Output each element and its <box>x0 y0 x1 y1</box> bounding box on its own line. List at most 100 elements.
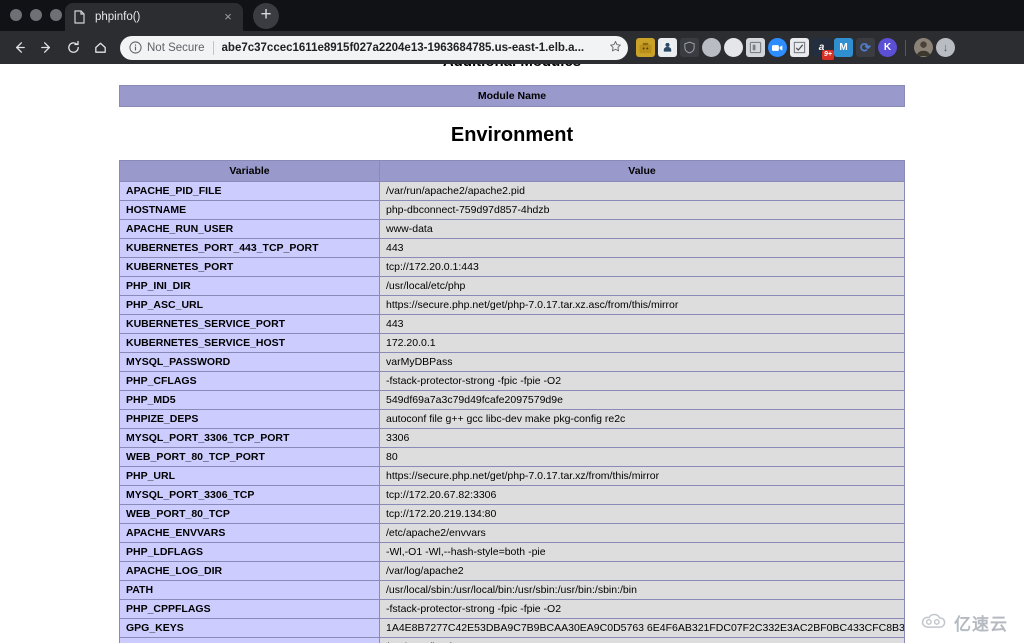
sync-glyph: ⟳ <box>860 40 871 56</box>
browser-toolbar: Not Secure abe7c37ccec1611e8915f027a2204… <box>0 31 1024 64</box>
variable-name-cell: PHP_INI_DIR <box>120 277 380 296</box>
star-icon[interactable] <box>608 40 622 56</box>
variable-name-cell: GPG_KEYS <box>120 619 380 638</box>
light-circle-extension-icon[interactable] <box>724 38 743 57</box>
gray-circle-extension-icon[interactable] <box>702 38 721 57</box>
environment-header-row: Variable Value <box>120 161 905 182</box>
home-button[interactable] <box>87 34 114 61</box>
variable-value-cell: -fstack-protector-strong -fpic -fpie -O2 <box>380 372 905 391</box>
reload-button[interactable] <box>60 34 87 61</box>
omnibox-divider <box>213 41 214 55</box>
variable-name-cell: APACHE_PID_FILE <box>120 182 380 201</box>
bitwarden-extension-icon[interactable] <box>746 38 765 57</box>
profile-avatar[interactable] <box>914 38 933 57</box>
variable-name-cell: PHP_URL <box>120 467 380 486</box>
table-row: KUBERNETES_PORT_443_TCP_PORT443 <box>120 239 905 258</box>
table-row: KUBERNETES_SERVICE_HOST172.20.0.1 <box>120 334 905 353</box>
table-row: KUBERNETES_PORTtcp://172.20.0.1:443 <box>120 258 905 277</box>
amazon-extension-icon[interactable]: a 9+ <box>812 38 831 57</box>
sync-extension-icon[interactable]: ⟳ <box>856 38 875 57</box>
minimize-window-button[interactable] <box>30 9 42 21</box>
variable-name-cell: HOSTNAME <box>120 201 380 220</box>
variable-value-cell: -fstack-protector-strong -fpic -fpie -O2 <box>380 600 905 619</box>
momentum-glyph: M <box>839 42 847 53</box>
variable-value-cell: www-data <box>380 220 905 239</box>
briefcase-extension-icon[interactable] <box>636 38 655 57</box>
window-controls <box>10 9 62 21</box>
info-circle-icon <box>129 41 142 54</box>
url-text[interactable]: abe7c37ccec1611e8915f027a2204e13-1963684… <box>222 42 608 54</box>
table-row: APACHE_ENVVARS/etc/apache2/envvars <box>120 524 905 543</box>
variable-name-cell: PHP_LDFLAGS <box>120 543 380 562</box>
variable-name-cell: APACHE_LOG_DIR <box>120 562 380 581</box>
variable-value-cell: tcp://172.20.67.82:3306 <box>380 486 905 505</box>
variable-name-cell: PHPIZE_DEPS <box>120 410 380 429</box>
additional-modules-table: Module Name <box>119 85 905 107</box>
variable-value-cell: 549df69a7a3c79d49fcafe2097579d9e <box>380 391 905 410</box>
table-row: PHP_CFLAGS-fstack-protector-strong -fpic… <box>120 372 905 391</box>
variable-value-cell: /var/www/html <box>380 638 905 643</box>
variable-name-cell: PWD <box>120 638 380 643</box>
new-tab-button[interactable]: + <box>253 3 279 29</box>
forward-button[interactable] <box>33 34 60 61</box>
downloads-glyph: ↓ <box>943 42 949 54</box>
table-row: PHPIZE_DEPSautoconf file g++ gcc libc-de… <box>120 410 905 429</box>
variable-name-cell: MYSQL_PASSWORD <box>120 353 380 372</box>
variable-value-cell: 1A4E8B7277C42E53DBA9C7B9BCAA30EA9C0D5763… <box>380 619 905 638</box>
extensions-tray: a 9+ M ⟳ K ↓ <box>636 38 955 57</box>
site-watermark: 亿速云 <box>919 610 1008 635</box>
cloud-logo-icon <box>919 612 949 634</box>
document-icon <box>73 10 86 24</box>
variable-name-cell: KUBERNETES_PORT_443_TCP_PORT <box>120 239 380 258</box>
variable-value-cell: /var/log/apache2 <box>380 562 905 581</box>
browser-tab-phpinfo[interactable]: phpinfo() × <box>65 3 243 31</box>
column-header-variable: Variable <box>120 161 380 182</box>
browser-window: phpinfo() × + Not Secure abe7c37ccec1611… <box>0 0 1024 643</box>
table-row: HOSTNAMEphp-dbconnect-759d97d857-4hdzb <box>120 201 905 220</box>
variable-name-cell: APACHE_ENVVARS <box>120 524 380 543</box>
table-row: PHP_MD5549df69a7a3c79d49fcafe2097579d9e <box>120 391 905 410</box>
checklist-extension-icon[interactable] <box>790 38 809 57</box>
variable-name-cell: APACHE_RUN_USER <box>120 220 380 239</box>
variable-value-cell: php-dbconnect-759d97d857-4hdzb <box>380 201 905 220</box>
variable-value-cell: tcp://172.20.0.1:443 <box>380 258 905 277</box>
variable-value-cell: /usr/local/sbin:/usr/local/bin:/usr/sbin… <box>380 581 905 600</box>
back-button[interactable] <box>6 34 33 61</box>
close-window-button[interactable] <box>10 9 22 21</box>
table-header-row: Module Name <box>120 86 905 107</box>
variable-name-cell: PHP_MD5 <box>120 391 380 410</box>
table-row: PHP_CPPFLAGS-fstack-protector-strong -fp… <box>120 600 905 619</box>
maximize-window-button[interactable] <box>50 9 62 21</box>
close-tab-button[interactable]: × <box>221 10 235 24</box>
table-row: PHP_ASC_URLhttps://secure.php.net/get/ph… <box>120 296 905 315</box>
kagi-extension-icon[interactable]: K <box>878 38 897 57</box>
kagi-glyph: K <box>884 42 891 53</box>
variable-value-cell: -Wl,-O1 -Wl,--hash-style=both -pie <box>380 543 905 562</box>
page-viewport: Additional Modules Module Name Environme… <box>0 64 1024 643</box>
variable-name-cell: KUBERNETES_PORT <box>120 258 380 277</box>
variable-value-cell: varMyDBPass <box>380 353 905 372</box>
momentum-extension-icon[interactable]: M <box>834 38 853 57</box>
variable-value-cell: 3306 <box>380 429 905 448</box>
variable-value-cell: https://secure.php.net/get/php-7.0.17.ta… <box>380 467 905 486</box>
variable-value-cell: https://secure.php.net/get/php-7.0.17.ta… <box>380 296 905 315</box>
variable-value-cell: /etc/apache2/envvars <box>380 524 905 543</box>
tab-strip: phpinfo() × + <box>0 0 1024 31</box>
table-row: WEB_PORT_80_TCP_PORT80 <box>120 448 905 467</box>
variable-name-cell: MYSQL_PORT_3306_TCP <box>120 486 380 505</box>
variable-value-cell: autoconf file g++ gcc libc-dev make pkg-… <box>380 410 905 429</box>
variable-value-cell: 443 <box>380 315 905 334</box>
table-row: APACHE_LOG_DIR/var/log/apache2 <box>120 562 905 581</box>
table-row: KUBERNETES_SERVICE_PORT443 <box>120 315 905 334</box>
downloads-icon[interactable]: ↓ <box>936 38 955 57</box>
zoom-extension-icon[interactable] <box>768 38 787 57</box>
column-header-value: Value <box>380 161 905 182</box>
address-bar[interactable]: Not Secure abe7c37ccec1611e8915f027a2204… <box>120 36 628 60</box>
table-row: APACHE_RUN_USERwww-data <box>120 220 905 239</box>
phpinfo-content: Additional Modules Module Name Environme… <box>119 64 905 643</box>
shield-extension-icon[interactable] <box>680 38 699 57</box>
watermark-text: 亿速云 <box>954 610 1008 635</box>
variable-name-cell: WEB_PORT_80_TCP_PORT <box>120 448 380 467</box>
environment-table-body: APACHE_PID_FILE/var/run/apache2/apache2.… <box>120 182 905 643</box>
pocket-extension-icon[interactable] <box>658 38 677 57</box>
